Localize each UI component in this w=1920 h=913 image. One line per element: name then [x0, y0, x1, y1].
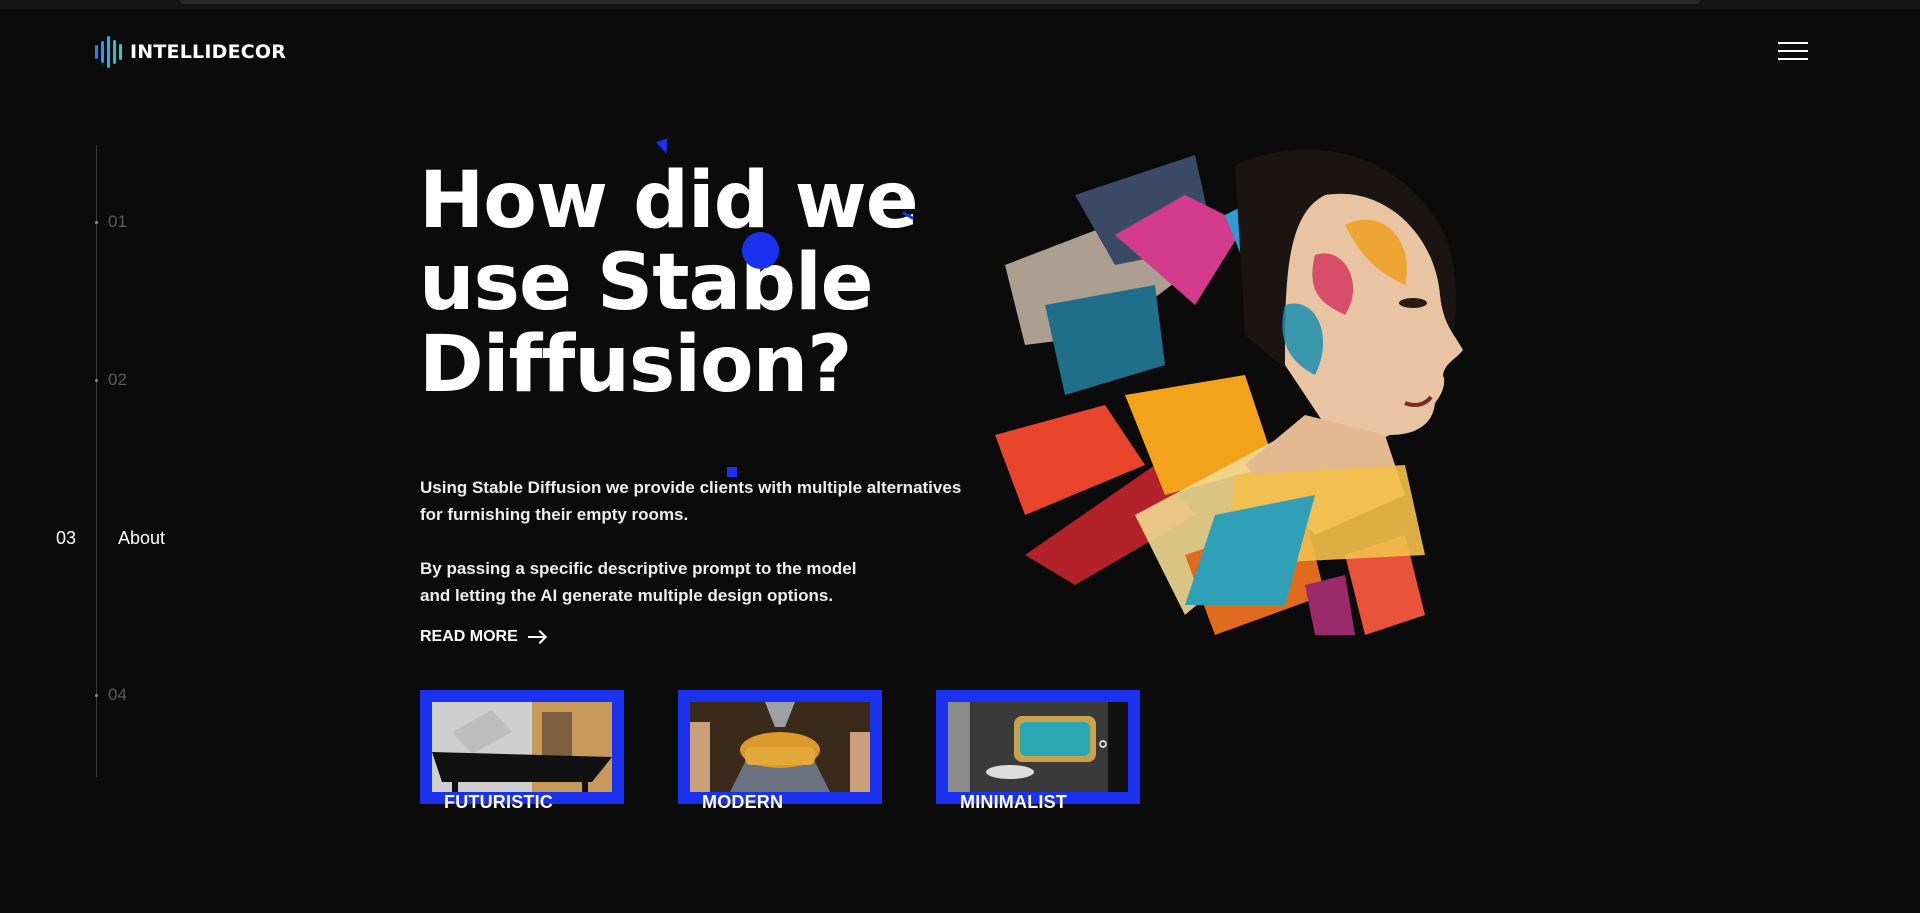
nav-dot	[95, 694, 98, 697]
nav-dot	[95, 379, 98, 382]
futuristic-room-image	[432, 702, 612, 792]
style-card-minimalist[interactable]: MINIMALIST	[936, 690, 1140, 812]
hero-description: Using Stable Diffusion we provide client…	[420, 474, 961, 528]
style-card-futuristic[interactable]: FUTURISTIC	[420, 690, 624, 812]
hamburger-icon[interactable]	[1778, 38, 1808, 62]
description-line: for furnishing their empty rooms.	[420, 505, 689, 524]
decorative-triangle	[655, 138, 673, 156]
description-line: By passing a specific descriptive prompt…	[420, 559, 857, 578]
headline-line: How did we	[419, 156, 919, 246]
nav-item-about[interactable]: About	[118, 528, 165, 549]
nav-item-02[interactable]: 02	[108, 370, 127, 390]
modern-room-image	[690, 702, 870, 792]
read-more-label: READ MORE	[420, 628, 518, 645]
nav-item-04[interactable]: 04	[108, 685, 127, 705]
abstract-portrait-image	[985, 135, 1485, 655]
style-card-modern[interactable]: MODERN	[678, 690, 882, 812]
decorative-circle	[742, 232, 779, 269]
browser-top-bar	[0, 0, 1920, 9]
nav-dot	[95, 221, 98, 224]
waveform-logo-icon	[95, 35, 122, 69]
hero-description-2: By passing a specific descriptive prompt…	[420, 555, 856, 609]
logo[interactable]: INTELLIDECOR	[95, 34, 286, 70]
headline-line: Diffusion?	[419, 320, 852, 410]
nav-item-01[interactable]: 01	[108, 212, 127, 232]
read-more-link[interactable]: READ MORE	[420, 628, 546, 646]
page: INTELLIDECOR 01 02 03 About 04 How did w…	[0, 0, 1920, 913]
description-line: Using Stable Diffusion we provide client…	[420, 478, 962, 497]
hero-headline: How did we use Stable Diffusion?	[419, 160, 979, 406]
brand-name: INTELLIDECOR	[130, 41, 287, 63]
description-line: and letting the AI generate multiple des…	[420, 586, 834, 605]
style-card-label: MODERN	[702, 792, 784, 812]
nav-item-03-number[interactable]: 03	[56, 528, 76, 549]
style-card-label: MINIMALIST	[960, 792, 1067, 812]
headline-line: use Stable	[419, 238, 874, 328]
arrow-right-icon	[527, 630, 546, 644]
section-nav-line	[96, 145, 97, 777]
style-card-label: FUTURISTIC	[444, 792, 553, 812]
minimalist-room-image	[948, 702, 1128, 792]
